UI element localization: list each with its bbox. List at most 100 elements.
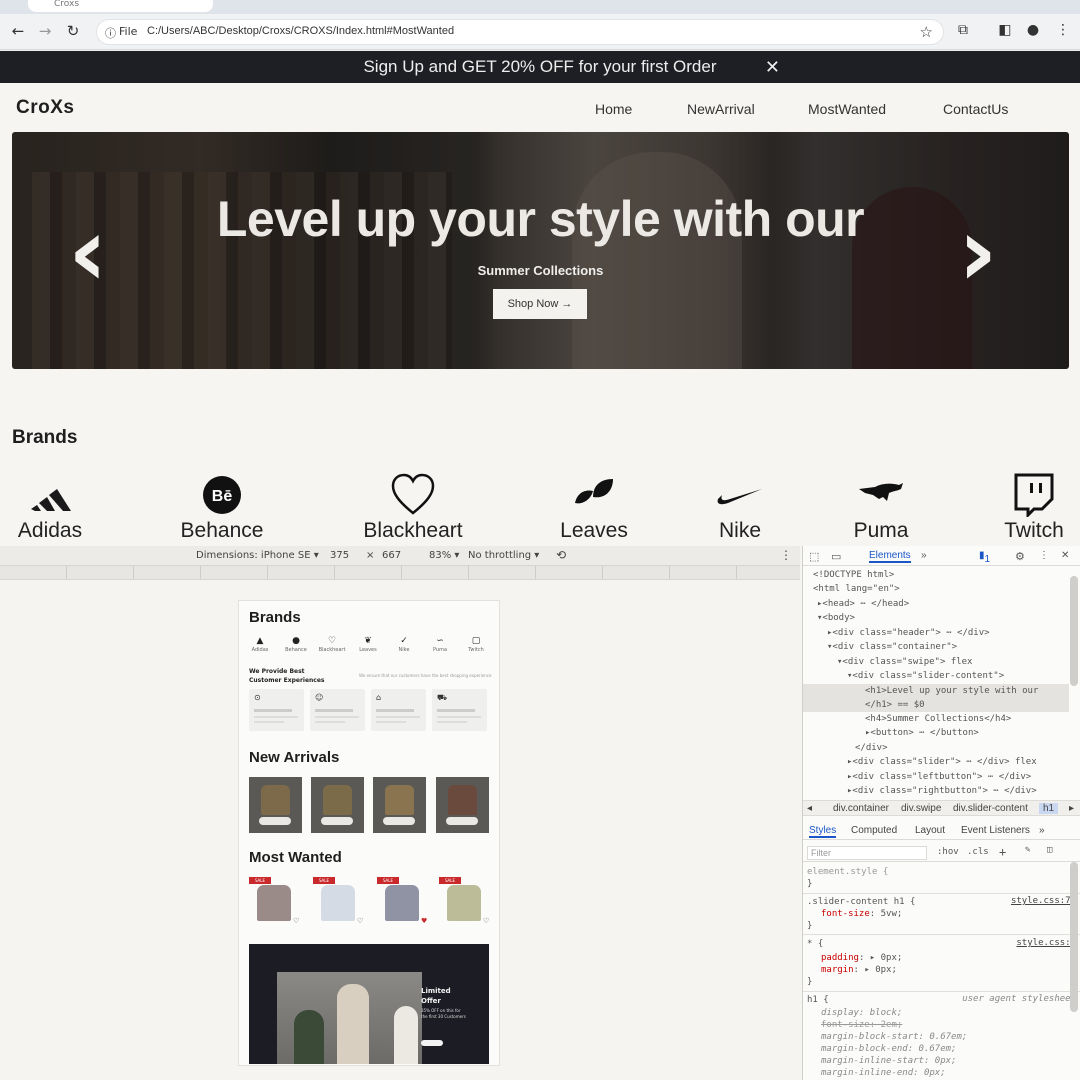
rule-source-link[interactable]: style.css:1 <box>1016 938 1076 948</box>
shop-now-button[interactable]: Shop Now → <box>493 289 587 319</box>
brand-nike[interactable]: Nike <box>714 473 766 543</box>
issues-badge[interactable]: ▮ 1 <box>979 550 990 565</box>
css-declaration[interactable]: margin-inline-start: 0px; <box>807 1055 1077 1067</box>
breadcrumb-item[interactable]: div.container <box>833 803 889 814</box>
heart-icon[interactable]: ♡ <box>293 917 299 925</box>
paint-icon[interactable]: ✎ <box>1025 845 1030 855</box>
dom-node[interactable]: ▾<div class="container"> <box>803 640 1069 654</box>
tab-styles[interactable]: Styles <box>809 825 837 838</box>
mobile-brand-puma[interactable]: ∽ Puma <box>425 635 455 653</box>
chevron-left-icon[interactable]: ‹ <box>68 204 108 300</box>
dom-node[interactable]: ▸<div class="leftbutton"> ⋯ </div> <box>803 770 1069 784</box>
heart-icon[interactable]: ♡ <box>357 917 363 925</box>
styles-scrollbar[interactable] <box>1070 862 1078 1012</box>
extensions-icon[interactable]: ⧉ <box>954 22 972 38</box>
dom-node[interactable]: ▾<div class="swipe"> flex <box>803 655 1069 669</box>
side-panel-icon[interactable]: ◧ <box>996 22 1014 38</box>
banner-button[interactable] <box>421 1040 443 1046</box>
dom-node[interactable]: ▸<div class="header"> ⋯ </div> <box>803 626 1069 640</box>
rotate-icon[interactable]: ⟲ <box>556 548 566 562</box>
breadcrumb-item[interactable]: div.slider-content <box>953 803 1028 814</box>
mobile-wanted-card[interactable]: SALE ♥ <box>377 877 429 927</box>
rule-source-link[interactable]: style.css:77 <box>1011 896 1076 906</box>
hov-toggle[interactable]: :hov <box>937 847 959 857</box>
brand-blackheart[interactable]: Blackheart <box>354 473 472 543</box>
brand-puma[interactable]: Puma <box>846 473 916 543</box>
mobile-wanted-card[interactable]: SALE ♡ <box>249 877 301 927</box>
css-declaration[interactable]: margin-inline-end: 0px; <box>807 1067 1077 1079</box>
dom-node[interactable]: ▸<head> ⋯ </head> <box>803 597 1069 611</box>
mobile-brand-leaves[interactable]: ❦ Leaves <box>353 635 383 653</box>
mobile-arrival-card[interactable] <box>436 777 489 833</box>
gear-icon[interactable]: ⚙ <box>1015 550 1025 563</box>
shop-now-pill[interactable] <box>321 817 353 825</box>
device-height-input[interactable]: 667 <box>382 550 401 561</box>
more-tabs-icon[interactable]: » <box>921 550 927 561</box>
dom-node[interactable]: </div> <box>803 741 1069 755</box>
tab-layout[interactable]: Layout <box>915 825 945 836</box>
dom-node[interactable]: <html lang="en"> <box>803 582 1069 596</box>
tab-event-listeners[interactable]: Event Listeners <box>961 825 1030 836</box>
more-tabs-icon[interactable]: » <box>1039 825 1045 836</box>
mobile-arrival-card[interactable] <box>311 777 364 833</box>
breadcrumb-item[interactable]: div.swipe <box>901 803 941 814</box>
address-bar[interactable]: ⓘ File C:/Users/ABC/Desktop/Croxs/CROXS/… <box>96 19 944 45</box>
mobile-arrival-card[interactable] <box>249 777 302 833</box>
css-declaration[interactable]: font-size: 5vw; <box>807 908 1077 920</box>
filter-input[interactable]: Filter <box>807 846 927 860</box>
device-toggle-icon[interactable]: ▭ <box>831 550 841 563</box>
breadcrumb-arrow-right-icon[interactable]: ▸ <box>1069 803 1074 814</box>
css-declaration[interactable]: margin: ▸ 0px; <box>807 964 1077 976</box>
mobile-wanted-card[interactable]: SALE ♡ <box>313 877 365 927</box>
css-declaration[interactable]: margin-block-start: 0.67em; <box>807 1031 1077 1043</box>
css-declaration[interactable]: display: block; <box>807 1007 1077 1019</box>
dom-node-selected[interactable]: <h1>Level up your style with our <box>803 684 1069 698</box>
mobile-brand-adidas[interactable]: ▲ Adidas <box>245 635 275 653</box>
profile-icon[interactable]: ● <box>1024 22 1042 38</box>
close-icon[interactable]: ✕ <box>1061 550 1069 561</box>
dom-node[interactable]: <h4>Summer Collections</h4> <box>803 712 1069 726</box>
reload-icon[interactable]: ↻ <box>63 20 83 42</box>
shop-now-pill[interactable] <box>383 817 415 825</box>
heart-icon[interactable]: ♡ <box>483 917 489 925</box>
shop-now-pill[interactable] <box>259 817 291 825</box>
nav-most-wanted[interactable]: MostWanted <box>808 101 886 117</box>
nav-home[interactable]: Home <box>595 101 632 117</box>
css-declaration[interactable]: padding: ▸ 0px; <box>807 952 1077 964</box>
nav-contact-us[interactable]: ContactUs <box>943 101 1008 117</box>
info-icon[interactable]: ⓘ <box>105 25 116 41</box>
bookmark-star-icon[interactable]: ☆ <box>920 23 933 41</box>
dom-scrollbar[interactable] <box>1070 576 1078 686</box>
more-options-icon[interactable]: ⋮ <box>1039 550 1049 561</box>
shop-now-pill[interactable] <box>446 817 478 825</box>
dom-node[interactable]: <!DOCTYPE html> <box>803 568 1069 582</box>
add-rule-icon[interactable]: + <box>999 845 1006 859</box>
element-style-selector[interactable]: element.style { <box>807 866 1077 878</box>
brand-twitch[interactable]: Twitch <box>996 473 1072 543</box>
brand-leaves[interactable]: Leaves <box>553 473 635 543</box>
dom-node[interactable]: ▸<button> ⋯ </button> <box>803 726 1069 740</box>
sidebar-toggle-icon[interactable]: ◫ <box>1047 845 1052 855</box>
mobile-brand-blackheart[interactable]: ♡ Blackheart <box>317 635 347 653</box>
nav-new-arrival[interactable]: NewArrival <box>687 101 755 117</box>
chevron-right-icon[interactable]: › <box>958 204 998 300</box>
mobile-arrival-card[interactable] <box>373 777 426 833</box>
throttling-select[interactable]: No throttling ▾ <box>468 550 539 561</box>
inspect-icon[interactable]: ⬚ <box>809 550 819 563</box>
forward-icon[interactable]: → <box>35 20 55 42</box>
css-declaration[interactable]: margin-block-end: 0.67em; <box>807 1043 1077 1055</box>
dom-node[interactable]: ▾<body> <box>803 611 1069 625</box>
brand-adidas[interactable]: Adidas <box>12 473 88 543</box>
site-logo[interactable]: CroXs <box>16 97 74 119</box>
heart-icon[interactable]: ♥ <box>421 917 427 925</box>
breadcrumb-arrow-left-icon[interactable]: ◂ <box>807 803 812 814</box>
dom-node[interactable]: ▸<div class="slider"> ⋯ </div> flex <box>803 755 1069 769</box>
cls-toggle[interactable]: .cls <box>967 847 989 857</box>
breadcrumb-item-active[interactable]: h1 <box>1039 803 1059 814</box>
mobile-brand-nike[interactable]: ✓ Nike <box>389 635 419 653</box>
back-icon[interactable]: ← <box>8 20 28 42</box>
more-options-icon[interactable]: ⋮ <box>780 548 792 562</box>
tab-elements[interactable]: Elements <box>869 550 911 563</box>
browser-tab[interactable]: Croxs <box>28 0 213 12</box>
close-icon[interactable]: ✕ <box>765 51 780 83</box>
